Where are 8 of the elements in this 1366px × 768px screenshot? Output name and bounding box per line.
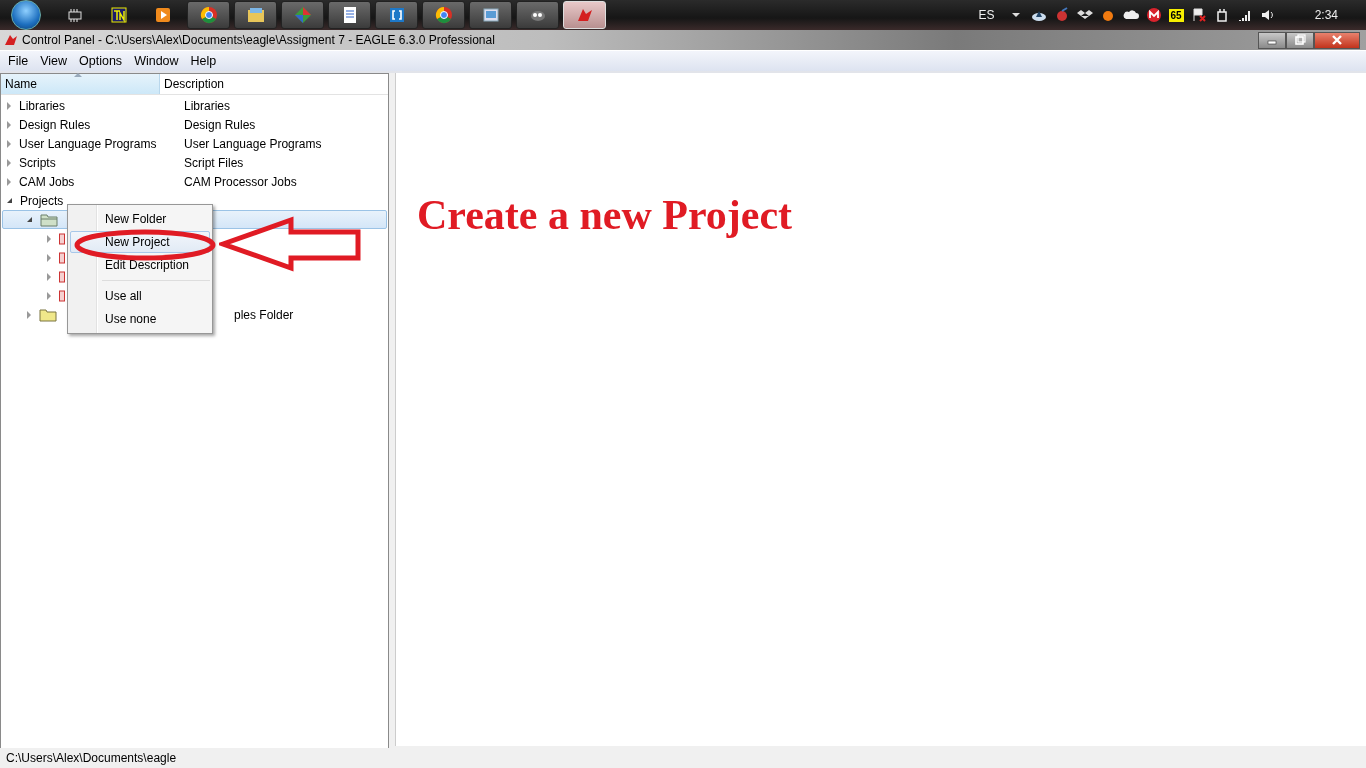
annotation-text: Create a new Project [417,191,794,239]
description-text: User Language Programs [184,136,322,151]
description-text: CAM Processor Jobs [184,174,297,189]
description-text: ples Folder [234,307,294,322]
description-text: Script Files [184,155,244,170]
description-text: Design Rules [184,117,256,132]
description-text: Libraries [184,98,231,113]
window-title: Control Panel - C:\Users\Alex\Documents\eagle\Assigment 7 - EAGLE 6.3.0 Professional [22,33,496,47]
